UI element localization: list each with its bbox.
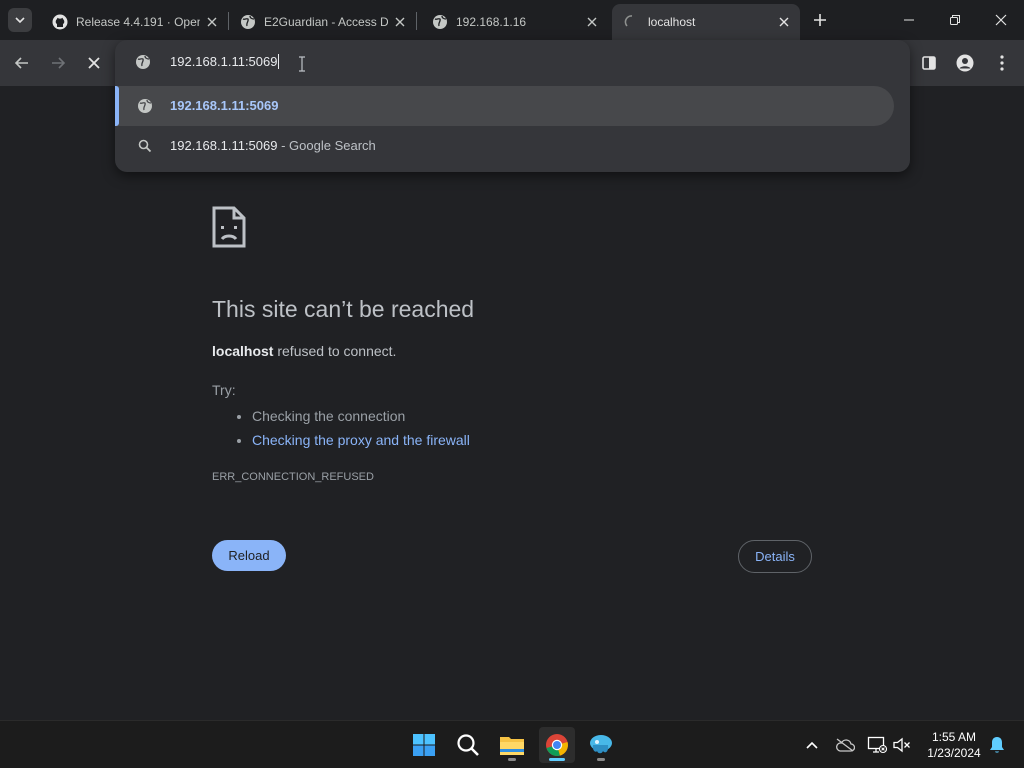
network-tray-button[interactable] [865, 733, 889, 757]
bell-icon [990, 737, 1004, 753]
error-code: ERR_CONNECTION_REFUSED [212, 471, 374, 483]
tab-title: E2Guardian - Access D [264, 15, 388, 29]
taskbar-file-explorer[interactable] [494, 727, 530, 763]
taskbar-chrome[interactable] [539, 727, 575, 763]
tab-title: 192.168.1.16 [456, 15, 527, 29]
suggestion-text: 192.168.1.11:5069 [170, 98, 279, 113]
chevron-up-icon [806, 741, 818, 749]
file-explorer-icon [500, 737, 524, 755]
tab-localhost[interactable]: localhost [612, 4, 800, 40]
error-message: localhost refused to connect. [212, 343, 396, 359]
forward-button[interactable] [43, 48, 73, 78]
close-window-button[interactable] [978, 0, 1024, 40]
omnibox-input-row[interactable]: 192.168.1.11:5069 [115, 40, 910, 84]
tab-title: localhost [648, 15, 696, 29]
search-icon [457, 734, 479, 756]
new-tab-button[interactable] [808, 8, 832, 32]
arrow-right-icon [52, 57, 66, 69]
close-icon [88, 57, 100, 69]
menu-button[interactable] [987, 48, 1017, 78]
omnibox-suggestion-url[interactable]: 192.168.1.11:5069 [115, 86, 894, 126]
volume-tray-button[interactable] [890, 733, 914, 757]
github-icon [52, 14, 68, 30]
restore-icon [950, 15, 960, 25]
error-message-text: refused to connect. [273, 343, 397, 359]
sad-page-icon [212, 206, 246, 253]
tab-search-button[interactable] [8, 8, 32, 32]
suggestion-check-connection: Checking the connection [252, 404, 470, 428]
reload-button[interactable]: Reload [212, 540, 286, 571]
start-button[interactable] [406, 727, 442, 763]
running-indicator [597, 758, 605, 761]
clock-time: 1:55 AM [931, 730, 977, 744]
tab-e2guardian[interactable]: E2Guardian - Access D [228, 4, 416, 40]
running-indicator [508, 758, 516, 761]
address-value: 192.168.1.11:5069 [170, 54, 278, 69]
tab-strip: Release 4.4.191 · Open E2Guardian - Acce… [0, 0, 1024, 40]
error-title: This site can’t be reached [212, 296, 475, 322]
globe-icon [240, 14, 256, 30]
close-icon [995, 14, 1007, 26]
tab-close-icon[interactable] [584, 14, 600, 30]
arrow-left-icon [14, 57, 28, 69]
omnibox-suggestion-search[interactable]: 192.168.1.11:5069 - Google Search [115, 126, 894, 166]
network-disconnected-icon [867, 736, 887, 754]
suggestion-text: 192.168.1.11:5069 - Google Search [170, 138, 376, 153]
search-icon [137, 138, 153, 154]
notifications-button[interactable] [985, 733, 1009, 757]
side-panel-icon [922, 56, 936, 70]
globe-icon [135, 54, 151, 75]
chrome-icon [546, 734, 568, 756]
taskbar: 1:55 AM 1/23/2024 [0, 720, 1024, 768]
side-panel-button[interactable] [914, 48, 944, 78]
tab-separator [416, 12, 417, 30]
restore-button[interactable] [932, 0, 978, 40]
profile-icon [956, 54, 974, 72]
globe-icon [137, 98, 153, 114]
more-vert-icon [1000, 55, 1004, 71]
ibeam-cursor-icon [298, 56, 306, 77]
cloud-offline-icon [836, 738, 855, 752]
error-host: localhost [212, 343, 274, 359]
minimize-button[interactable] [886, 0, 932, 40]
tab-close-icon[interactable] [204, 14, 220, 30]
tab-close-icon[interactable] [776, 14, 792, 30]
system-clock[interactable]: 1:55 AM 1/23/2024 [920, 729, 988, 761]
taskbar-app[interactable] [583, 727, 619, 763]
suggestion-check-proxy-link[interactable]: Checking the proxy and the firewall [252, 428, 470, 452]
app-icon [590, 735, 612, 754]
suggestion-query: 192.168.1.11:5069 [170, 138, 278, 153]
volume-muted-icon [893, 737, 910, 753]
globe-icon [432, 14, 448, 30]
try-label: Try: [212, 382, 236, 398]
chevron-down-icon [15, 17, 25, 24]
details-button[interactable]: Details [738, 540, 812, 573]
profile-button[interactable] [950, 48, 980, 78]
taskbar-search-button[interactable] [450, 727, 486, 763]
omnibox-dropdown: 192.168.1.11:5069 192.168.1.11:5069 192.… [115, 40, 910, 172]
start-icon [413, 734, 435, 756]
tab-title: Release 4.4.191 · Open [76, 15, 200, 29]
suggestion-description: - Google Search [277, 138, 376, 153]
text-caret [278, 54, 280, 69]
onedrive-tray-button[interactable] [833, 733, 857, 757]
tab-close-icon[interactable] [392, 14, 408, 30]
clock-date: 1/23/2024 [927, 746, 981, 760]
tab-192-168-1-16[interactable]: 192.168.1.16 [420, 4, 608, 40]
tab-release[interactable]: Release 4.4.191 · Open [40, 4, 228, 40]
stop-loading-button[interactable] [79, 48, 109, 78]
address-input[interactable]: 192.168.1.11:5069 [170, 54, 280, 69]
plus-icon [814, 14, 826, 26]
back-button[interactable] [7, 48, 37, 78]
suggestion-list: Checking the connection Checking the pro… [212, 404, 470, 452]
active-indicator [549, 758, 565, 761]
loading-spinner-icon [624, 14, 640, 30]
minimize-icon [904, 19, 914, 21]
show-hidden-icons-button[interactable] [800, 733, 824, 757]
